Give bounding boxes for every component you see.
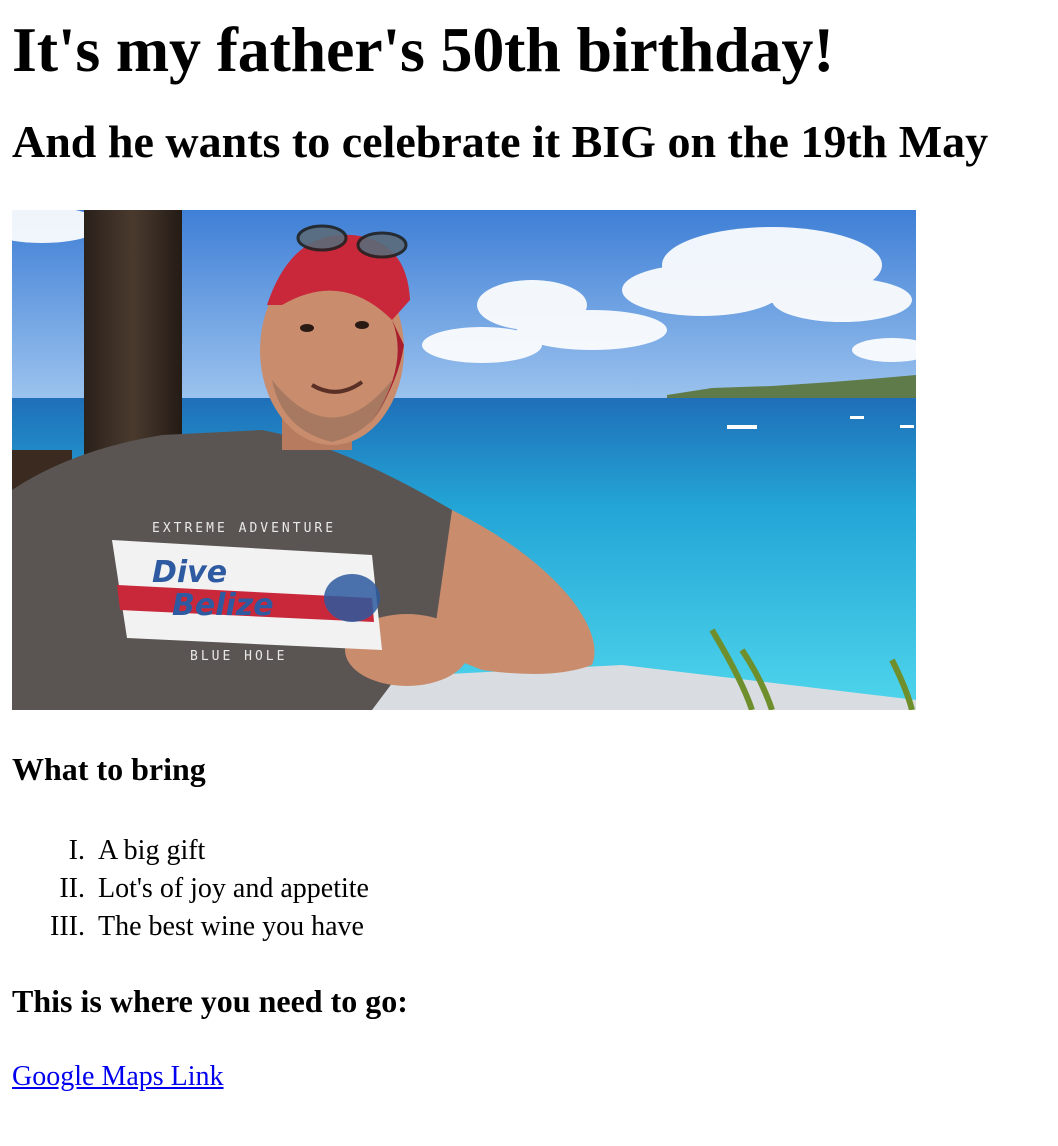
what-to-bring-heading: What to bring bbox=[12, 751, 206, 787]
google-maps-link[interactable]: Google Maps Link bbox=[12, 1060, 224, 1094]
page-title: It's my father's 50th birthday! bbox=[12, 14, 835, 85]
photo-illustration: EXTREME ADVENTURE Dive Belize BLUE HOLE bbox=[12, 210, 916, 710]
shirt-bottom-text: BLUE HOLE bbox=[190, 649, 287, 664]
location-heading: This is where you need to go: bbox=[12, 983, 408, 1019]
page-subtitle: And he wants to celebrate it BIG on the … bbox=[12, 116, 989, 167]
list-item: A big gift bbox=[92, 832, 1046, 870]
list-item: The best wine you have bbox=[92, 908, 1046, 946]
shirt-top-text: EXTREME ADVENTURE bbox=[152, 521, 336, 536]
shirt-brand-line-2: Belize bbox=[172, 588, 274, 623]
bring-list: A big gift Lot's of joy and appetite The… bbox=[12, 832, 1046, 946]
list-item: Lot's of joy and appetite bbox=[92, 870, 1046, 908]
birthday-photo: EXTREME ADVENTURE Dive Belize BLUE HOLE bbox=[12, 210, 916, 710]
shirt-brand-line-1: Dive bbox=[152, 555, 227, 590]
